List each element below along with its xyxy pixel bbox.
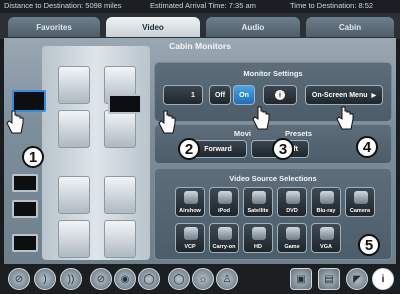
globe-icon — [184, 191, 198, 204]
tab-audio[interactable]: Audio — [206, 17, 300, 37]
source-bluray-button[interactable]: Blu-ray — [311, 187, 341, 217]
info-icon: i — [275, 90, 285, 100]
source-hd-button[interactable]: HD — [243, 223, 273, 253]
volume-up-icon[interactable]: )) — [60, 268, 82, 290]
source-game-button[interactable]: Game — [277, 223, 307, 253]
seat-icon — [58, 220, 90, 258]
time-to-destination-text: Time to Destination: 8:52 — [290, 1, 374, 10]
cabin-monitor-5[interactable] — [12, 234, 38, 252]
source-ipod-button[interactable]: iPod — [209, 187, 239, 217]
distance-text: Distance to Destination: 5098 miles — [4, 1, 122, 10]
pointing-hand-icon — [158, 110, 176, 134]
source-airshow-button[interactable]: Airshow — [175, 187, 205, 217]
on-button[interactable]: On — [233, 85, 255, 105]
pointing-hand-icon — [252, 106, 270, 130]
video-source-panel: Video Source Selections Airshow iPod Sat… — [154, 168, 392, 260]
bottom-control-bar: ⊘ ) )) ⊘ ◉ ◯ ◯ ☼ ♙ ▣ ▤ ◤ i — [0, 264, 400, 294]
callout-4: 4 — [356, 136, 378, 158]
brightness-icon[interactable]: ☼ — [192, 268, 214, 290]
on-screen-menu-label: On-Screen Menu — [311, 91, 368, 99]
main-panel: Cabin Monitors Monitor Settings 1 Off On… — [4, 38, 396, 264]
seat-icon — [104, 176, 136, 214]
on-screen-menu-button[interactable]: On-Screen Menu ▶ — [305, 85, 383, 105]
dim-icon[interactable]: ◯ — [168, 268, 190, 290]
cabin-monitor-3[interactable] — [12, 174, 38, 192]
play-arrow-icon: ▶ — [371, 92, 377, 99]
attendant-icon[interactable]: ♙ — [216, 268, 238, 290]
info-icon[interactable]: i — [372, 268, 394, 290]
cabin-monitor-2[interactable] — [108, 94, 142, 114]
callout-5: 5 — [358, 234, 380, 256]
source-vcp-button[interactable]: VCP — [175, 223, 205, 253]
mute-icon[interactable]: ⊘ — [8, 268, 30, 290]
monitor-settings-title: Monitor Settings — [243, 69, 303, 78]
monitor-icon[interactable]: ▣ — [290, 268, 312, 290]
speaker-off-icon[interactable]: ⊘ — [90, 268, 112, 290]
video-source-title: Video Source Selections — [229, 174, 317, 183]
cabin-monitor-1[interactable] — [12, 90, 46, 112]
hd-icon — [252, 227, 266, 240]
cabin-monitor-4[interactable] — [12, 200, 38, 218]
disc-icon — [286, 191, 300, 204]
callout-1: 1 — [22, 146, 44, 168]
source-carry-on-button[interactable]: Carry-on — [209, 223, 239, 253]
monitor-settings-panel: Monitor Settings 1 Off On i On-Screen Me… — [154, 62, 392, 122]
satellite-icon — [252, 191, 266, 204]
cabin-map — [42, 46, 150, 260]
bluray-disc-icon — [320, 191, 334, 204]
pointing-hand-icon — [6, 110, 24, 134]
callout-2: 2 — [178, 138, 200, 160]
game-icon — [286, 227, 300, 240]
tab-bar: Favorites Video Audio Cabin — [0, 13, 400, 39]
seat-icon — [104, 110, 136, 148]
source-vga-button[interactable]: VGA — [311, 223, 341, 253]
seat-icon — [58, 110, 90, 148]
off-button[interactable]: Off — [209, 85, 231, 105]
ipod-icon — [218, 191, 232, 204]
vcp-icon — [184, 227, 198, 240]
shade-icon[interactable]: ▤ — [318, 268, 340, 290]
window-icon[interactable]: ◤ — [346, 268, 368, 290]
volume-down-icon[interactable]: ) — [34, 268, 56, 290]
tab-favorites[interactable]: Favorites — [8, 17, 100, 37]
source-camera-button[interactable]: Camera — [345, 187, 375, 217]
callout-3: 3 — [272, 138, 294, 160]
movie-presets-title: Movi Presets — [233, 129, 313, 138]
tab-cabin[interactable]: Cabin — [306, 17, 394, 37]
monitor-id-label: 1 — [191, 91, 195, 99]
carry-on-icon — [218, 227, 232, 240]
source-dvd-button[interactable]: DVD — [277, 187, 307, 217]
seat-icon — [104, 220, 136, 258]
light-bulb-icon[interactable]: ◯ — [138, 268, 160, 290]
camera-icon — [354, 191, 368, 204]
tab-video[interactable]: Video — [106, 17, 200, 37]
speaker-icon[interactable]: ◉ — [114, 268, 136, 290]
pointing-hand-icon — [336, 106, 354, 130]
arrival-text: Estimated Arrival Time: 7:35 am — [150, 1, 256, 10]
seat-icon — [58, 176, 90, 214]
source-satellite-button[interactable]: Satellite — [243, 187, 273, 217]
status-bar: Distance to Destination: 5098 miles Esti… — [0, 0, 400, 12]
monitor-select-button[interactable]: 1 — [163, 85, 203, 105]
vga-icon — [320, 227, 334, 240]
info-button[interactable]: i — [263, 85, 297, 105]
seat-icon — [58, 66, 90, 104]
